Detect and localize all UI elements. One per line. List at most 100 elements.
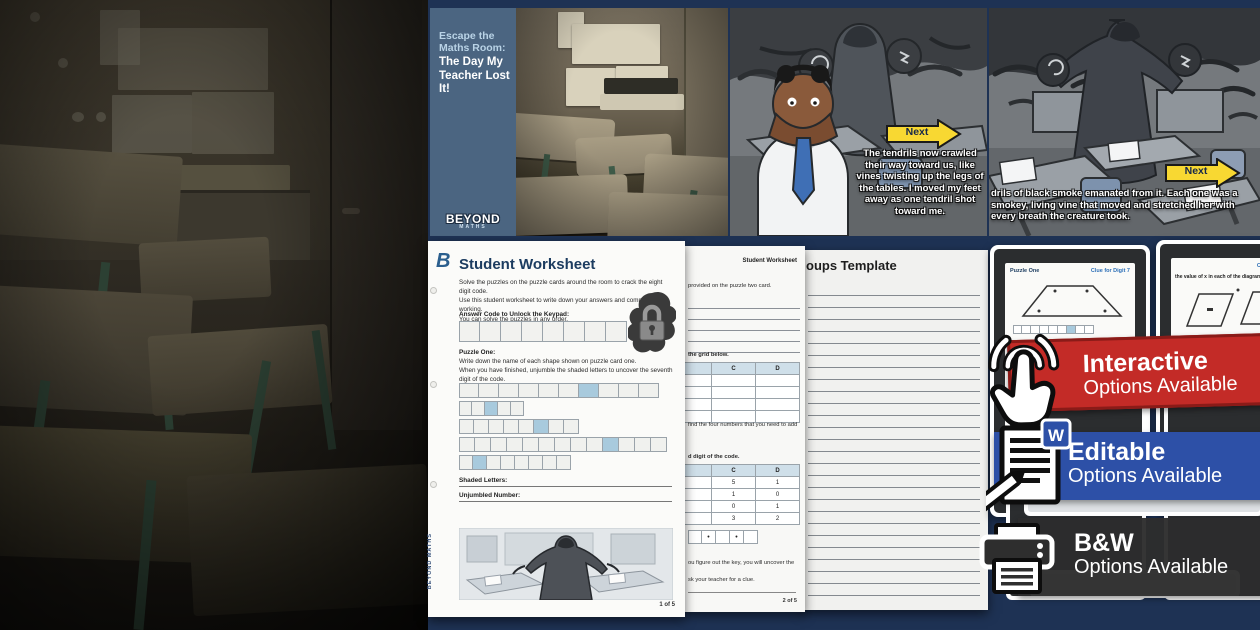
beyond-logo: BEYOND MATHS <box>430 212 516 230</box>
puzzle-card-1-clue: Clue for Digit 7 <box>1091 268 1130 274</box>
interactive-badge: Interactive Options Available <box>979 321 1260 424</box>
cover-title: The Day My Teacher Lost It! <box>439 56 511 97</box>
letter-cell <box>501 455 515 470</box>
letter-cell <box>651 437 667 452</box>
dot-cell <box>688 530 702 544</box>
letter-box-row <box>459 419 667 434</box>
grid1-row <box>683 387 800 399</box>
cover-pretitle: Escape the Maths Room: <box>439 30 509 55</box>
grid-cell <box>712 375 756 387</box>
grid-table-1: C D <box>683 362 800 423</box>
trapezoid-shape <box>1017 283 1127 319</box>
grid-cell <box>712 387 756 399</box>
beyond-b-logo: B <box>436 250 450 273</box>
grid1-header-d: D <box>756 362 800 375</box>
letter-cell <box>557 455 571 470</box>
next-button-label: Next <box>1173 165 1219 177</box>
grid2-row: 51 <box>683 477 800 489</box>
grid1-header-c: C <box>712 362 756 375</box>
grid1-body <box>683 375 800 423</box>
grid-cell: 1 <box>756 477 800 489</box>
letter-cell <box>504 419 519 434</box>
grid-cell <box>756 375 800 387</box>
editable-badge: Editable Options Available W <box>986 418 1260 514</box>
tap-hand-icon <box>979 331 1070 432</box>
grid-cell <box>712 399 756 411</box>
letter-cell <box>459 455 473 470</box>
comic-panel-1: Next The tendrils now crawled their way … <box>730 8 987 236</box>
printer-icon <box>976 522 1058 601</box>
answer-code-boxes <box>459 321 627 342</box>
letter-cell <box>539 437 555 452</box>
next-button[interactable]: Next <box>886 119 962 149</box>
beyond-logo-sub: MATHS <box>430 224 516 230</box>
letter-cell <box>491 437 507 452</box>
grid2-row: 10 <box>683 489 800 501</box>
cover-classroom-photo <box>516 8 728 236</box>
dot-code-row: •• <box>688 530 758 544</box>
letter-cell <box>507 437 523 452</box>
next-button[interactable]: Next <box>1165 158 1241 188</box>
dot-cell <box>716 530 730 544</box>
grid-cell <box>756 399 800 411</box>
worksheet2-text: sk your teacher for a clue. <box>688 577 755 583</box>
letter-cell <box>459 401 472 416</box>
letter-cell <box>485 401 498 416</box>
grid2-row: 01 <box>683 501 800 513</box>
worksheet2-text: ou figure out the key, you will uncover … <box>688 560 794 566</box>
lock-icon <box>628 291 676 360</box>
comic-caption-1: The tendrils now crawled their way towar… <box>856 148 984 217</box>
letter-cell <box>555 437 571 452</box>
word-icon-letter: W <box>1048 426 1065 445</box>
code-cell <box>459 321 480 342</box>
grid2-row: 32 <box>683 513 800 525</box>
puzzle-one-rows <box>459 383 667 473</box>
grid2-header-c: C <box>712 464 756 477</box>
dot-cell <box>744 530 758 544</box>
letter-cell <box>529 455 543 470</box>
answer-lines <box>688 298 800 354</box>
comic-panel-2: Next drils of black smoke emanated from … <box>989 8 1260 236</box>
page-number: 1 of 5 <box>659 602 675 608</box>
letter-cell <box>639 383 659 398</box>
grid-cell: 0 <box>756 489 800 501</box>
worksheet2-text: find the four numbers that you need to a… <box>688 422 797 428</box>
beyond-side-brand: BEYOND MATHS <box>427 533 433 589</box>
code-cell <box>522 321 543 342</box>
bw-badge-title: B&W <box>1074 530 1260 556</box>
dot-cell: • <box>702 530 716 544</box>
letter-cell <box>539 383 559 398</box>
letter-cell <box>498 401 511 416</box>
letter-cell <box>487 455 501 470</box>
letter-cell <box>635 437 651 452</box>
page-number: 2 of 5 <box>783 598 797 604</box>
letter-cell <box>519 419 534 434</box>
bw-badge: B&W Options Available <box>974 510 1260 602</box>
grid-cell: 5 <box>712 477 756 489</box>
code-cell <box>543 321 564 342</box>
letter-cell <box>475 437 491 452</box>
puzzle-one-text-1: Write down the name of each shape shown … <box>459 358 675 367</box>
template-ruled-lines <box>808 284 980 596</box>
letter-cell <box>564 419 579 434</box>
letter-cell <box>499 383 519 398</box>
answer-code-label: Answer Code to Unlock the Keypad: <box>459 311 569 318</box>
letter-cell <box>473 455 487 470</box>
letter-cell <box>511 401 524 416</box>
letter-cell <box>579 383 599 398</box>
grid1-row <box>683 399 800 411</box>
letter-cell <box>587 437 603 452</box>
cover-title-card: Escape the Maths Room: The Day My Teache… <box>430 8 516 236</box>
puzzle-card-1-label: Puzzle One <box>1010 268 1039 274</box>
letter-cell <box>459 383 479 398</box>
letter-cell <box>459 437 475 452</box>
worksheet2-text: provided on the puzzle two card. <box>688 283 771 289</box>
grid1-row <box>683 375 800 387</box>
letter-cell <box>523 437 539 452</box>
editable-document-icon: W <box>986 418 1078 519</box>
letter-cell <box>619 437 635 452</box>
letter-cell <box>479 383 499 398</box>
letter-box-row <box>459 437 667 452</box>
editable-badge-title: Editable <box>1068 439 1260 465</box>
grid-cell: 2 <box>756 513 800 525</box>
